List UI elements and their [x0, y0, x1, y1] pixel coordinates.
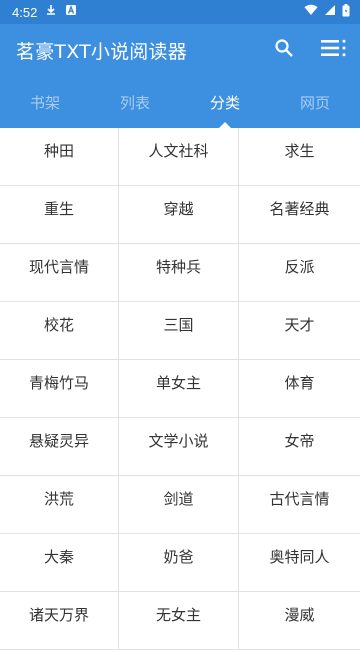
- category-item[interactable]: 反派: [239, 244, 360, 302]
- category-item[interactable]: 悬疑灵异: [0, 418, 119, 476]
- category-item[interactable]: 穿越: [119, 186, 239, 244]
- category-grid: 种田 人文社科 求生 重生 穿越 名著经典 现代言情 特种兵 反派 校花 三国 …: [0, 128, 360, 650]
- category-item[interactable]: 三国: [119, 302, 239, 360]
- category-item[interactable]: 天才: [239, 302, 360, 360]
- category-item[interactable]: 无女主: [119, 592, 239, 650]
- status-right: [304, 3, 360, 21]
- tab-label: 书架: [29, 93, 60, 112]
- wifi-icon: [304, 4, 318, 20]
- menu-button[interactable]: [316, 32, 352, 68]
- category-item[interactable]: 求生: [239, 128, 360, 186]
- tab-categories[interactable]: 分类: [180, 76, 270, 128]
- category-item[interactable]: 体育: [239, 360, 360, 418]
- category-item[interactable]: 特种兵: [119, 244, 239, 302]
- status-bar: 4:52: [0, 0, 360, 24]
- tab-webpage[interactable]: 网页: [270, 76, 360, 128]
- category-item[interactable]: 青梅竹马: [0, 360, 119, 418]
- tab-label: 分类: [209, 93, 240, 112]
- category-item[interactable]: 洪荒: [0, 476, 119, 534]
- menu-list-icon: [321, 38, 347, 62]
- tab-bar: 书架 列表 分类 网页: [0, 76, 360, 128]
- category-item[interactable]: 古代言情: [239, 476, 360, 534]
- tab-list[interactable]: 列表: [90, 76, 180, 128]
- tab-bookshelf[interactable]: 书架: [0, 76, 90, 128]
- category-item[interactable]: 大秦: [0, 534, 119, 592]
- category-item[interactable]: 奥特同人: [239, 534, 360, 592]
- category-item[interactable]: 校花: [0, 302, 119, 360]
- category-item[interactable]: 剑道: [119, 476, 239, 534]
- category-item[interactable]: 名著经典: [239, 186, 360, 244]
- app-title: 茗豪TXT小说阅读器: [16, 40, 187, 63]
- category-item[interactable]: 漫威: [239, 592, 360, 650]
- tab-label: 网页: [299, 93, 330, 112]
- category-item[interactable]: 重生: [0, 186, 119, 244]
- status-time: 4:52: [12, 4, 38, 20]
- category-item[interactable]: 文学小说: [119, 418, 239, 476]
- category-item[interactable]: 单女主: [119, 360, 239, 418]
- status-left: 4:52: [0, 4, 77, 20]
- tab-label: 列表: [119, 93, 150, 112]
- category-item[interactable]: 人文社科: [119, 128, 239, 186]
- search-button[interactable]: [266, 32, 302, 68]
- category-item[interactable]: 奶爸: [119, 534, 239, 592]
- category-item[interactable]: 种田: [0, 128, 119, 186]
- category-item[interactable]: 女帝: [239, 418, 360, 476]
- signal-icon: [324, 4, 336, 20]
- category-item[interactable]: 诸天万界: [0, 592, 119, 650]
- a-notification-icon: [65, 4, 77, 20]
- category-item[interactable]: 现代言情: [0, 244, 119, 302]
- app-bar: 茗豪TXT小说阅读器: [0, 24, 360, 76]
- search-icon: [274, 38, 294, 62]
- download-icon: [45, 4, 57, 20]
- battery-icon: [342, 3, 350, 21]
